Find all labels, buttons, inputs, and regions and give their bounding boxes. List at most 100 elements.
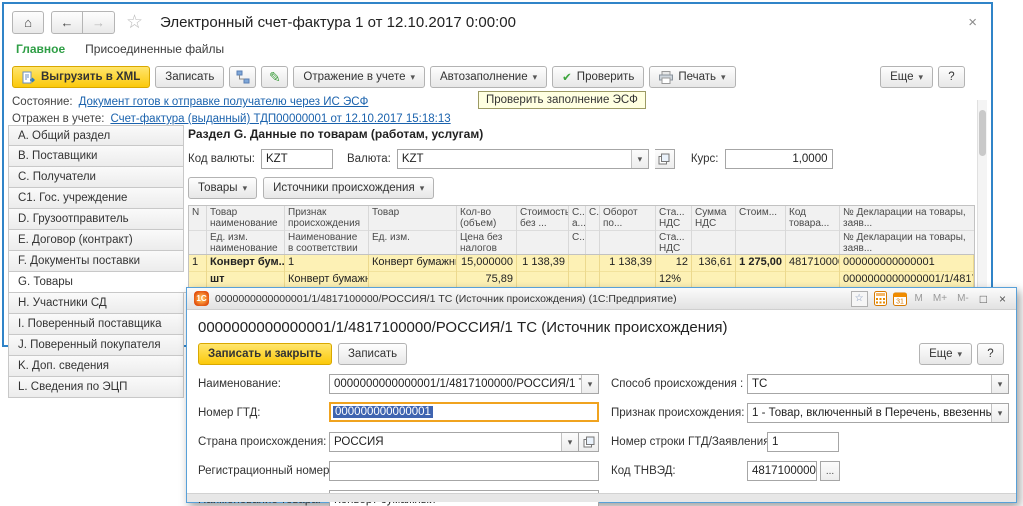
cell-declaration[interactable]: 000000000000001 <box>840 255 973 272</box>
more-button[interactable]: Еще▾ <box>880 66 933 88</box>
origin-sign-combo[interactable]: 1 - Товар, включенный в Перечень, ввезен… <box>747 403 1009 423</box>
cell-s1[interactable] <box>569 255 585 272</box>
col-header: Оборот по... <box>600 206 655 231</box>
cell-vat-sum[interactable]: 136,61 <box>692 255 735 272</box>
print-button[interactable]: Печать▾ <box>649 66 735 88</box>
chevron-down-icon: ▾ <box>243 183 248 194</box>
favorite-button[interactable]: ☆ <box>851 291 868 307</box>
origin-method-combo[interactable]: ТС▾ <box>747 374 1009 394</box>
sidebar-item-c1-gov[interactable]: C1. Гос. учреждение <box>8 188 184 209</box>
cell-goods-code[interactable]: 4817100000 <box>786 255 839 272</box>
gtd-line-number-input[interactable]: 1 <box>767 432 839 452</box>
cell-turnover[interactable]: 1 138,39 <box>600 255 655 272</box>
open-country-button[interactable] <box>579 432 599 452</box>
check-button[interactable]: ✔Проверить <box>552 66 644 88</box>
edit-button[interactable]: ✎ <box>261 66 288 88</box>
sidebar-item-a-general[interactable]: A. Общий раздел <box>8 125 184 146</box>
sidebar-item-l-signature[interactable]: L. Сведения по ЭЦП <box>8 377 184 398</box>
origin-method-value: ТС <box>752 378 991 390</box>
cell-vat-rate[interactable]: 12 <box>656 255 691 272</box>
back-button[interactable]: ← <box>51 11 83 34</box>
favorite-star-icon[interactable]: ☆ <box>126 11 143 34</box>
dialog-close-button[interactable]: × <box>999 292 1006 306</box>
reflect-in-accounting-button[interactable]: Отражение в учете▾ <box>293 66 425 88</box>
tab-main[interactable]: Главное <box>16 42 65 56</box>
origin-country-combo[interactable]: РОССИЯ▾ <box>329 432 599 452</box>
goods-table-header: N Товар наименованиеЕд. изм. наименовани… <box>189 206 974 255</box>
sidebar-item-h-participants[interactable]: H. Участники СД <box>8 293 184 314</box>
restore-window-button[interactable]: □ <box>980 292 987 306</box>
sidebar-item-j-buyer-attorney[interactable]: J. Поверенный покупателя <box>8 335 184 356</box>
section-title: Раздел G. Данные по товарам (работам, ус… <box>188 127 975 141</box>
memory-m-plus-button[interactable]: M+ <box>933 293 947 304</box>
origin-method-label: Способ происхождения : <box>611 378 743 390</box>
dialog-more-button[interactable]: Еще▾ <box>919 343 972 365</box>
chevron-down-icon: ▾ <box>420 183 425 194</box>
scrollbar-thumb[interactable] <box>979 110 986 156</box>
dialog-help-button[interactable]: ? <box>977 343 1004 365</box>
section-sidebar: A. Общий раздел B. Поставщики C. Получат… <box>8 125 184 398</box>
col-header: № Декларации на товары, заяв... <box>840 206 974 231</box>
tnved-ellipsis-button[interactable]: ... <box>820 461 840 481</box>
status-line-state: Состояние: Документ готов к отправке пол… <box>12 96 368 108</box>
name-combo[interactable]: 0000000000000001/1/4817100000/РОССИЯ/1 Т… <box>329 374 599 394</box>
dialog-titlebar[interactable]: 1С 0000000000000001/1/4817100000/РОССИЯ/… <box>187 288 1016 310</box>
sidebar-item-k-additional[interactable]: K. Доп. сведения <box>8 356 184 377</box>
autofill-button[interactable]: Автозаполнение▾ <box>430 66 547 88</box>
goods-table[interactable]: N Товар наименованиеЕд. изм. наименовани… <box>188 205 975 290</box>
chevron-down-icon[interactable]: ▾ <box>561 433 578 451</box>
chevron-down-icon[interactable]: ▾ <box>581 375 598 393</box>
tab-attached-files[interactable]: Присоединенные файлы <box>85 42 224 56</box>
forward-button[interactable]: → <box>83 11 115 34</box>
sidebar-item-d-shipper[interactable]: D. Грузоотправитель <box>8 209 184 230</box>
chevron-down-icon[interactable]: ▾ <box>631 150 648 168</box>
memory-m-minus-button[interactable]: M- <box>957 293 969 304</box>
structure-button[interactable] <box>229 66 256 88</box>
origin-country-label: Страна происхождения: <box>198 436 326 448</box>
cell-n[interactable]: 1 <box>189 255 206 272</box>
sidebar-item-b-suppliers[interactable]: B. Поставщики <box>8 146 184 167</box>
window-close-button[interactable]: × <box>968 14 977 31</box>
save-and-close-button[interactable]: Записать и закрыть <box>198 343 332 365</box>
pencil-icon: ✎ <box>269 69 281 86</box>
cell-cost[interactable]: 1 138,39 <box>517 255 568 272</box>
save-button[interactable]: Записать <box>155 66 224 88</box>
sidebar-item-c-recipients[interactable]: C. Получатели <box>8 167 184 188</box>
gtd-number-input[interactable]: 000000000000001 <box>329 402 599 422</box>
origin-sources-label: Источники происхождения <box>273 182 415 194</box>
sidebar-item-f-delivery-docs[interactable]: F. Документы поставки <box>8 251 184 272</box>
currency-combo[interactable]: KZT ▾ <box>397 149 649 169</box>
cell-quantity[interactable]: 15,000000 <box>457 255 516 272</box>
cell-s2[interactable] <box>586 255 599 272</box>
cell-total[interactable]: 1 275,00 <box>736 255 785 272</box>
home-button[interactable]: ⌂ <box>12 11 44 34</box>
origin-sources-menu-button[interactable]: Источники происхождения ▾ <box>263 177 434 199</box>
open-currency-button[interactable] <box>655 149 675 169</box>
cell-origin-sign[interactable]: 1 <box>285 255 368 272</box>
dialog-save-button[interactable]: Записать <box>338 343 407 365</box>
reflected-link[interactable]: Счет-фактура (выданный) ТДП00000001 от 1… <box>110 113 450 125</box>
tnved-code-input[interactable]: 4817100000 ... <box>747 461 840 481</box>
chevron-down-icon: ▾ <box>918 72 923 83</box>
chevron-down-icon[interactable]: ▾ <box>991 404 1008 422</box>
cell-goods-name[interactable]: Конверт бум... <box>207 255 284 272</box>
goods-menu-button[interactable]: Товары▾ <box>188 177 257 199</box>
help-button[interactable]: ? <box>938 66 965 88</box>
sidebar-item-e-contract[interactable]: E. Договор (контракт) <box>8 230 184 251</box>
export-xml-button[interactable]: Выгрузить в XML <box>12 66 150 88</box>
memory-m-button[interactable]: M <box>915 293 923 304</box>
esf-reg-number-input[interactable] <box>329 461 599 481</box>
calculator-button[interactable] <box>874 291 887 306</box>
calendar-button[interactable]: 31 <box>893 291 907 306</box>
rate-input[interactable]: 1,0000 <box>725 149 833 169</box>
form-tabs: Главное Присоединенные файлы <box>16 42 224 56</box>
cell-goods[interactable]: Конверт бумажный <box>369 255 456 272</box>
goods-table-row[interactable]: 1 Конверт бум...шт 1Конверт бумажный Кон… <box>189 255 974 289</box>
check-tooltip: Проверить заполнение ЭСФ <box>478 91 646 109</box>
currency-code-input[interactable]: KZT <box>261 149 333 169</box>
sidebar-item-g-goods[interactable]: G. Товары <box>8 272 187 293</box>
page-title: Электронный счет-фактура 1 от 12.10.2017… <box>160 14 516 31</box>
state-link[interactable]: Документ готов к отправке получателю чер… <box>79 96 369 108</box>
sidebar-item-i-supplier-attorney[interactable]: I. Поверенный поставщика <box>8 314 184 335</box>
chevron-down-icon[interactable]: ▾ <box>991 375 1008 393</box>
